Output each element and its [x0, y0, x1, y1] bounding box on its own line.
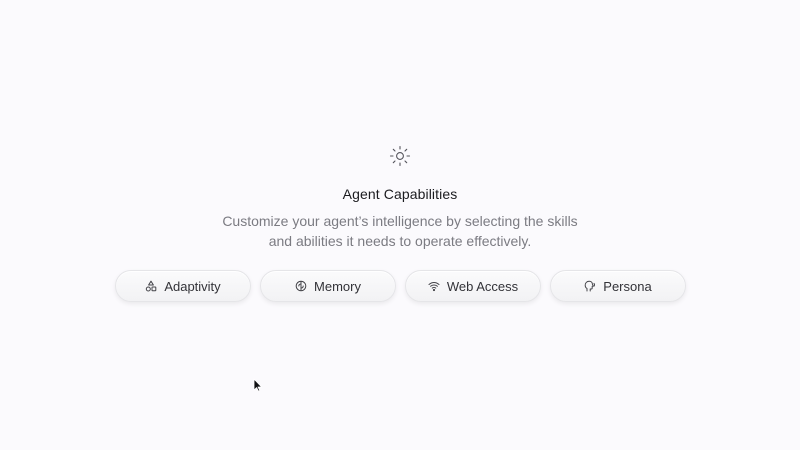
brain-icon	[295, 280, 307, 292]
section-title: Agent Capabilities	[342, 186, 458, 202]
mouse-pointer-icon	[253, 378, 262, 392]
persona-label: Persona	[603, 278, 652, 294]
web-access-label: Web Access	[446, 278, 519, 294]
web-access-chip[interactable]: Web Access	[405, 270, 541, 302]
adaptivity-chip[interactable]: Adaptivity	[115, 270, 251, 302]
sun-sparkle-icon	[389, 145, 411, 167]
memory-label: Memory	[314, 278, 361, 294]
persona-chip[interactable]: Persona	[550, 270, 686, 302]
shapes-icon	[145, 280, 157, 292]
speaking-head-icon	[584, 280, 596, 292]
adaptivity-label: Adaptivity	[164, 278, 221, 294]
description-line-1: Customize your agent’s intelligence by s…	[222, 213, 578, 229]
capability-chip-group: Adaptivity Memory Web Access Persona	[0, 270, 800, 304]
section-description: Customize your agent’s intelligence by s…	[200, 211, 600, 251]
memory-chip[interactable]: Memory	[260, 270, 396, 302]
wifi-icon	[428, 280, 440, 292]
capabilities-page: Agent Capabilities Customize your agent’…	[0, 0, 800, 450]
description-line-2: and abilities it needs to operate effect…	[268, 233, 532, 249]
